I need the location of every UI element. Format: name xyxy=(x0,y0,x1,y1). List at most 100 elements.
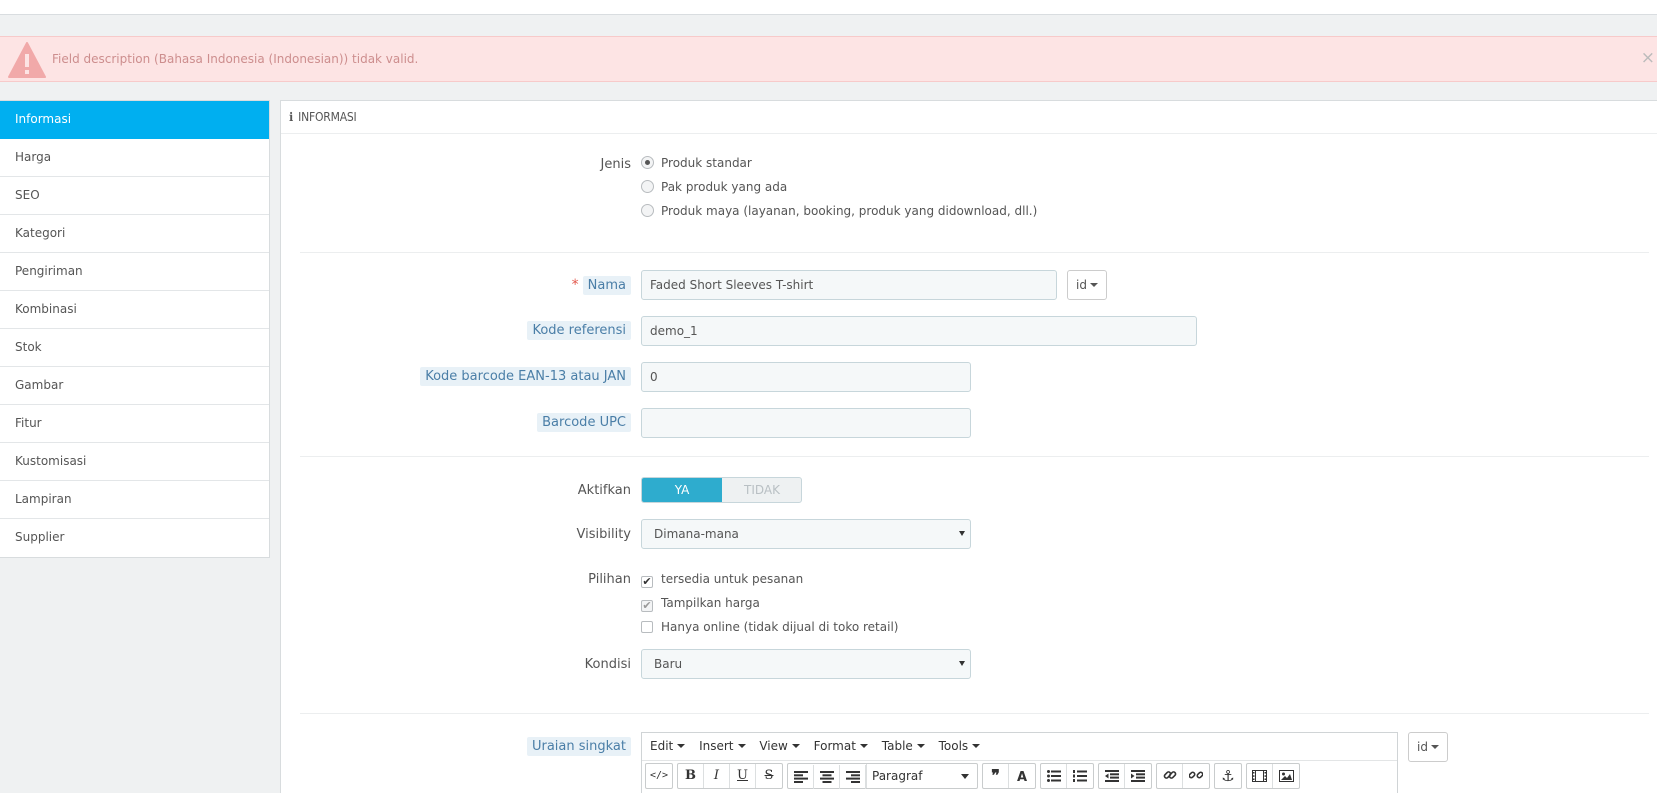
jenis-label: Jenis xyxy=(600,157,631,172)
sidebar-item-kombinasi[interactable]: Kombinasi xyxy=(0,291,269,329)
chevron-down-icon xyxy=(961,774,969,779)
menu-view[interactable]: View xyxy=(754,733,804,760)
anchor-icon[interactable]: ⚓ xyxy=(1215,764,1241,788)
toolbar-group-lists xyxy=(1040,763,1094,789)
nama-input[interactable]: Faded Short Sleeves T-shirt xyxy=(641,270,1057,300)
informasi-panel: ℹ INFORMASI Jenis Produk standar Pak pro… xyxy=(280,100,1657,793)
checkbox[interactable]: ✔ xyxy=(641,576,653,588)
ean13-label-wrap: Kode barcode EAN-13 atau JAN xyxy=(381,367,631,386)
sidebar-item-seo[interactable]: SEO xyxy=(0,177,269,215)
paragraph-format-select[interactable]: Paragraf xyxy=(866,764,977,788)
chevron-down-icon xyxy=(972,744,981,748)
source-code-icon[interactable]: </> xyxy=(646,764,672,788)
nama-language-button[interactable]: id xyxy=(1067,270,1107,300)
radio-label: Produk standar xyxy=(661,156,752,170)
toolbar-group-align: Paragraf xyxy=(787,763,978,789)
uraian-singkat-label: Uraian singkat xyxy=(526,737,631,756)
language-code: id xyxy=(1417,740,1428,754)
video-icon[interactable] xyxy=(1247,764,1273,788)
menu-edit[interactable]: Edit xyxy=(645,733,690,760)
radio-label: Produk maya (layanan, booking, produk ya… xyxy=(661,204,1038,218)
toggle-no[interactable]: TIDAK xyxy=(722,478,801,502)
chevron-down-icon xyxy=(677,744,686,748)
checkbox-tampilkan-harga[interactable]: ✔ Tampilkan harga xyxy=(641,596,760,612)
italic-icon[interactable]: I xyxy=(704,764,730,788)
bold-icon[interactable]: B xyxy=(678,764,704,788)
sidebar-item-supplier[interactable]: Supplier xyxy=(0,519,269,557)
menu-table[interactable]: Table xyxy=(877,733,930,760)
radio-produk-standar[interactable]: Produk standar xyxy=(641,156,752,170)
upc-label-wrap: Barcode UPC xyxy=(431,413,631,432)
visibility-select[interactable]: Dimana-mana xyxy=(641,519,971,549)
divider xyxy=(300,456,1649,457)
radio-button[interactable] xyxy=(641,156,654,169)
language-code: id xyxy=(1076,278,1087,292)
radio-pak-produk[interactable]: Pak produk yang ada xyxy=(641,180,787,194)
unlink-icon[interactable] xyxy=(1183,764,1209,788)
top-bar xyxy=(0,0,1657,15)
checkbox-hanya-online[interactable]: Hanya online (tidak dijual di toko retai… xyxy=(641,620,898,634)
format-select-value: Paragraf xyxy=(872,769,923,783)
menu-format[interactable]: Format xyxy=(809,733,873,760)
close-icon[interactable]: × xyxy=(1641,48,1655,68)
editor-toolbar: </> BIUS Paragraf ❞ A ⚓ xyxy=(642,761,1397,793)
menu-tools[interactable]: Tools xyxy=(934,733,986,760)
underline-icon[interactable]: U xyxy=(730,764,756,788)
checkbox-label: Tampilkan harga xyxy=(661,596,760,610)
chevron-down-icon xyxy=(1089,283,1098,287)
sidebar-item-gambar[interactable]: Gambar xyxy=(0,367,269,405)
link-icon[interactable] xyxy=(1157,764,1183,788)
ean13-input[interactable]: 0 xyxy=(641,362,971,392)
align-right-icon[interactable] xyxy=(840,765,866,789)
radio-button[interactable] xyxy=(641,204,654,217)
bullet-list-icon[interactable] xyxy=(1041,764,1067,788)
sidebar-item-stok[interactable]: Stok xyxy=(0,329,269,367)
nama-label: Nama xyxy=(582,276,631,295)
radio-button[interactable] xyxy=(641,180,654,193)
sidebar-item-kategori[interactable]: Kategori xyxy=(0,215,269,253)
nama-label-wrap: * Nama xyxy=(431,276,631,295)
uraian-language-button[interactable]: id xyxy=(1408,732,1448,762)
text-color-icon[interactable]: A xyxy=(1009,766,1035,790)
chevron-down-icon xyxy=(791,744,800,748)
aktifkan-toggle[interactable]: YA TIDAK xyxy=(641,477,802,503)
strikethrough-icon[interactable]: S xyxy=(756,764,782,788)
error-alert: Field description (Bahasa Indonesia (Ind… xyxy=(0,36,1657,82)
visibility-value: Dimana-mana xyxy=(654,527,739,541)
sidebar-item-lampiran[interactable]: Lampiran xyxy=(0,481,269,519)
radio-label: Pak produk yang ada xyxy=(661,180,788,194)
toggle-yes[interactable]: YA xyxy=(642,478,722,502)
numbered-list-icon[interactable] xyxy=(1067,764,1093,788)
checkbox[interactable]: ✔ xyxy=(641,600,653,612)
panel-heading: ℹ INFORMASI xyxy=(281,101,1657,134)
aktifkan-label: Aktifkan xyxy=(577,483,631,498)
rich-text-editor[interactable]: Edit Insert View Format Table Tools </> … xyxy=(641,732,1398,793)
checkbox[interactable] xyxy=(641,621,653,633)
alert-message: Field description (Bahasa Indonesia (Ind… xyxy=(52,52,419,66)
indent-icon[interactable] xyxy=(1125,764,1151,788)
image-icon[interactable] xyxy=(1273,764,1299,788)
menu-insert[interactable]: Insert xyxy=(694,733,750,760)
sidebar-item-harga[interactable]: Harga xyxy=(0,139,269,177)
sidebar-item-kustomisasi[interactable]: Kustomisasi xyxy=(0,443,269,481)
align-center-icon[interactable] xyxy=(814,765,840,789)
kondisi-select[interactable]: Baru xyxy=(641,649,971,679)
chevron-down-icon xyxy=(1430,745,1439,749)
outdent-icon[interactable] xyxy=(1099,764,1125,788)
toolbar-group-code: </> xyxy=(645,763,673,789)
kode-referensi-input[interactable]: demo_1 xyxy=(641,316,1197,346)
toolbar-group-link xyxy=(1156,763,1210,789)
checkbox-label: tersedia untuk pesanan xyxy=(661,572,804,586)
radio-produk-maya[interactable]: Produk maya (layanan, booking, produk ya… xyxy=(641,204,1037,218)
align-left-icon[interactable] xyxy=(788,765,814,789)
editor-menubar: Edit Insert View Format Table Tools xyxy=(642,733,1397,761)
panel-title: INFORMASI xyxy=(298,110,357,124)
sidebar-item-pengiriman[interactable]: Pengiriman xyxy=(0,253,269,291)
upc-input[interactable] xyxy=(641,408,971,438)
sidebar-item-informasi[interactable]: Informasi xyxy=(0,101,269,139)
blockquote-icon[interactable]: ❞ xyxy=(983,764,1009,788)
pilihan-label: Pilihan xyxy=(588,572,631,587)
checkbox-tersedia[interactable]: ✔ tersedia untuk pesanan xyxy=(641,572,803,588)
kode-referensi-label: Kode referensi xyxy=(527,321,631,340)
sidebar-item-fitur[interactable]: Fitur xyxy=(0,405,269,443)
